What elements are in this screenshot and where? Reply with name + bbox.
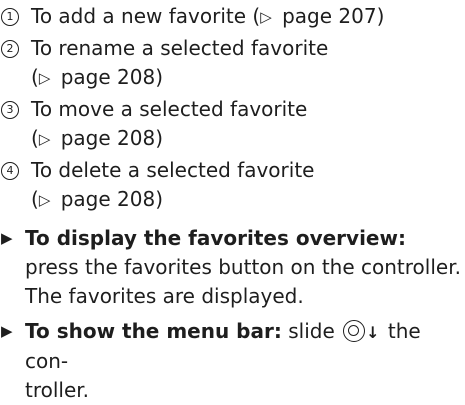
step-result: The favorites are displayed. [25,284,304,308]
arrow-down-icon: ↓ [366,323,380,342]
page-ref-triangle-icon: ▷ [38,69,51,87]
page-reference: page 207) [275,4,385,28]
list-item-4: 4 To delete a selected favorite (▷ page … [0,156,465,215]
manual-page: 1 To add a new favorite (▷ page 207) 2 T… [0,0,465,402]
controller-slide-down-icon [343,320,366,342]
item-number: 3 [1,101,19,119]
instruction-step-1: ▶ To display the favorites overview: pre… [0,224,465,311]
list-item-1: 1 To add a new favorite (▷ page 207) [0,2,465,32]
item-text: To delete a selected favorite (▷ page 20… [31,156,465,215]
page-ref-triangle-icon: ▷ [38,191,51,209]
item-number: 1 [1,8,19,26]
step-text: To show the menu bar: slide ↓ the con- t… [25,319,421,402]
item-number: 4 [1,162,19,180]
item-text: To move a selected favorite (▷ page 208) [31,95,465,154]
item-text: To rename a selected favorite (▷ page 20… [31,34,465,93]
page-reference: (▷ page 208) [31,63,465,93]
page-ref-triangle-icon: ▷ [38,130,51,148]
list-item-2: 2 To rename a selected favorite (▷ page … [0,34,465,93]
page-reference: (▷ page 208) [31,185,465,215]
step-heading: To display the favorites overview: [25,226,406,250]
item-number: 2 [1,40,19,58]
instruction-step-2: ▶ To show the menu bar: slide ↓ the con-… [0,317,465,405]
step-bullet-icon: ▶ [1,322,13,340]
step-heading: To show the menu bar: [25,319,282,343]
page-reference: (▷ page 208) [31,124,465,154]
step-text: To display the favorites overview: press… [25,226,461,308]
item-text: To add a new favorite (▷ page 207) [31,2,465,32]
page-ref-triangle-icon: ▷ [260,8,272,26]
step-bullet-icon: ▶ [1,229,13,247]
list-item-3: 3 To move a selected favorite (▷ page 20… [0,95,465,154]
